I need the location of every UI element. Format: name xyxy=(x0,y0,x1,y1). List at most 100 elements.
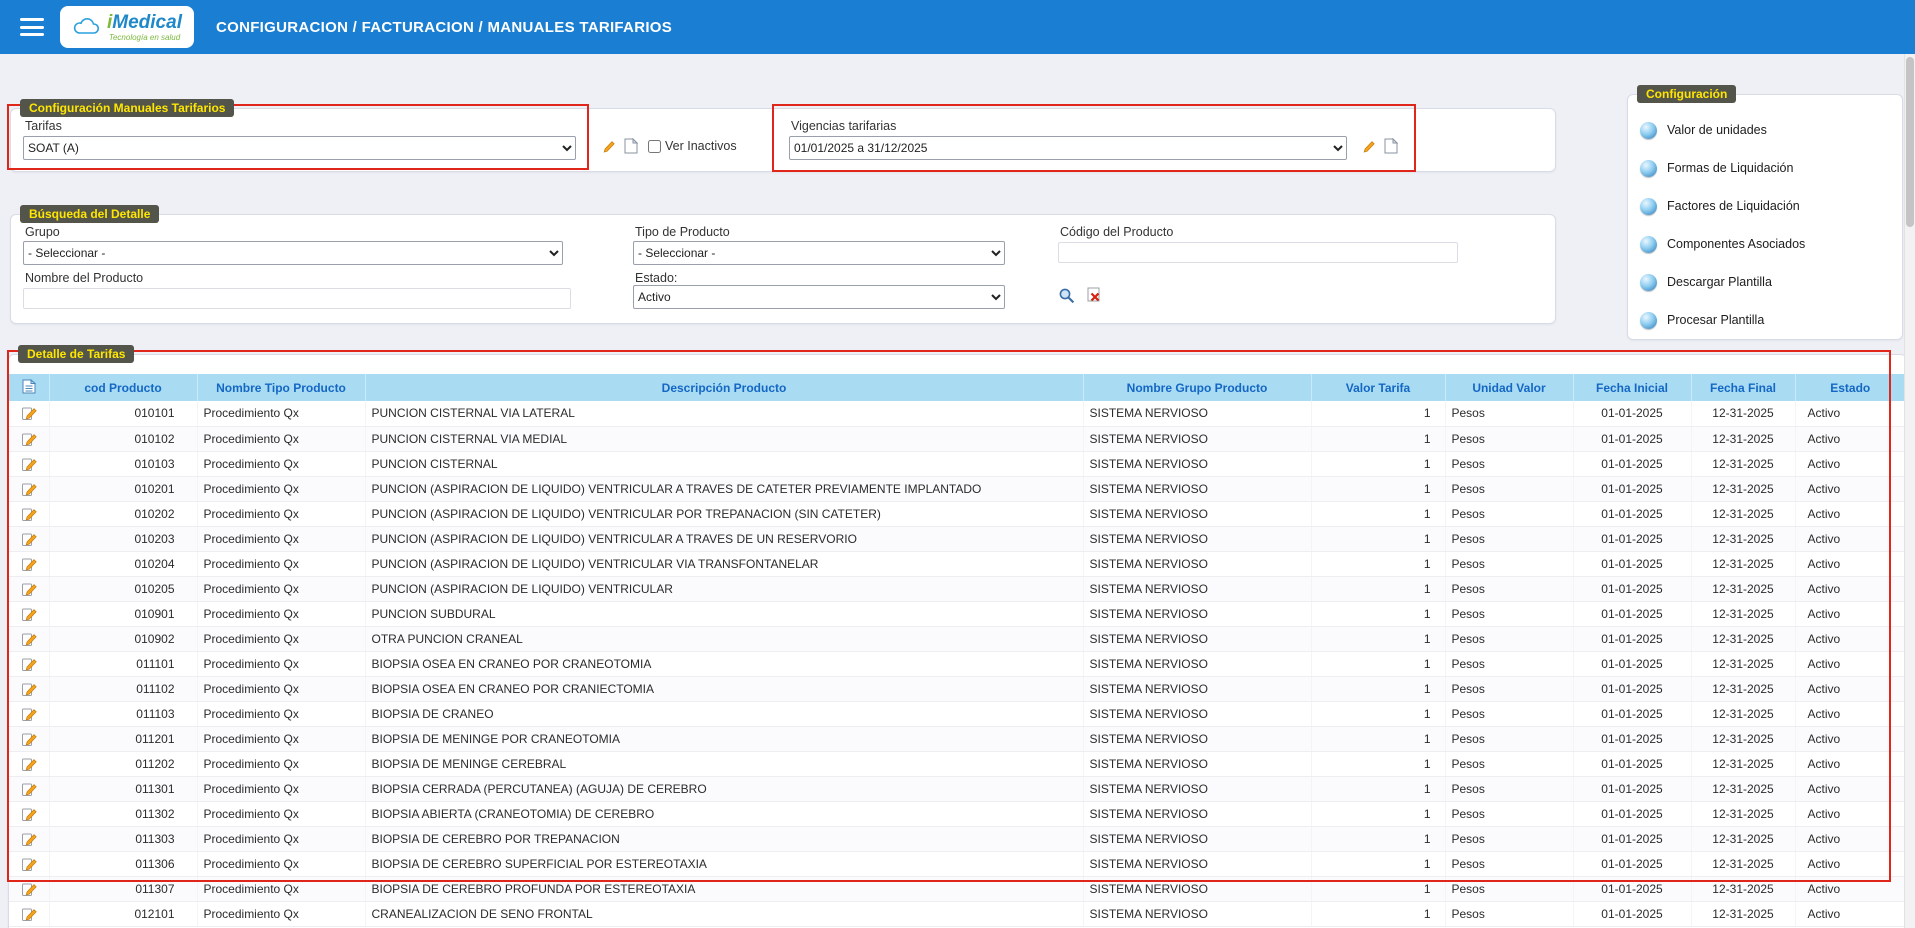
cell-tipo-producto: Procedimiento Qx xyxy=(197,651,365,676)
sidebar-item[interactable]: Descargar Plantilla xyxy=(1640,263,1890,301)
edit-row-icon[interactable] xyxy=(21,581,37,597)
edit-tarifa-icon[interactable] xyxy=(599,138,615,154)
cell-unidad-valor: Pesos xyxy=(1445,526,1573,551)
cell-cod-producto: 011103 xyxy=(49,701,197,726)
sidebar-item[interactable]: Factores de Liquidación xyxy=(1640,187,1890,225)
tipo-producto-select[interactable]: - Seleccionar - xyxy=(633,241,1005,265)
vigencias-select[interactable]: 01/01/2025 a 31/12/2025 xyxy=(789,136,1347,160)
app-logo[interactable]: iMedical Tecnología en salud xyxy=(60,6,194,48)
cell-estado: Activo xyxy=(1795,601,1906,626)
tarifas-select[interactable]: SOAT (A) xyxy=(23,136,576,160)
cell-descripcion: BIOPSIA DE MENINGE POR CRANEOTOMIA xyxy=(365,726,1083,751)
edit-row-icon[interactable] xyxy=(21,831,37,847)
cell-grupo: SISTEMA NERVIOSO xyxy=(1083,401,1311,426)
table-row[interactable]: 011301 Procedimiento Qx BIOPSIA CERRADA … xyxy=(9,776,1906,801)
cell-valor-tarifa: 1 xyxy=(1311,626,1445,651)
sidebar-title: Configuración xyxy=(1637,85,1736,103)
clear-search-icon[interactable] xyxy=(1087,287,1102,303)
new-vigencia-icon[interactable] xyxy=(1384,138,1398,154)
edit-row-icon[interactable] xyxy=(21,631,37,647)
edit-vigencia-icon[interactable] xyxy=(1359,138,1375,154)
edit-row-icon[interactable] xyxy=(21,881,37,897)
cloud-icon xyxy=(72,17,102,37)
sidebar-item[interactable]: Valor de unidades xyxy=(1640,111,1890,149)
edit-row-icon[interactable] xyxy=(21,681,37,697)
table-row[interactable]: 010901 Procedimiento Qx PUNCION SUBDURAL… xyxy=(9,601,1906,626)
table-row[interactable]: 011307 Procedimiento Qx BIOPSIA DE CEREB… xyxy=(9,876,1906,901)
codigo-producto-input[interactable] xyxy=(1058,242,1458,263)
table-row[interactable]: 010205 Procedimiento Qx PUNCION (ASPIRAC… xyxy=(9,576,1906,601)
edit-row-icon[interactable] xyxy=(21,906,37,922)
vertical-scrollbar[interactable] xyxy=(1904,54,1915,928)
table-row[interactable]: 010902 Procedimiento Qx OTRA PUNCION CRA… xyxy=(9,626,1906,651)
edit-row-icon[interactable] xyxy=(21,405,37,421)
codigo-producto-label: Código del Producto xyxy=(1060,225,1173,239)
nombre-producto-input[interactable] xyxy=(23,288,571,309)
table-row[interactable]: 010101 Procedimiento Qx PUNCION CISTERNA… xyxy=(9,401,1906,426)
table-row[interactable]: 010103 Procedimiento Qx PUNCION CISTERNA… xyxy=(9,451,1906,476)
table-row[interactable]: 012101 Procedimiento Qx CRANEALIZACION D… xyxy=(9,901,1906,926)
edit-row-icon[interactable] xyxy=(21,506,37,522)
cell-cod-producto: 011102 xyxy=(49,676,197,701)
cell-fecha-final: 12-31-2025 xyxy=(1691,676,1795,701)
cell-tipo-producto: Procedimiento Qx xyxy=(197,426,365,451)
table-row[interactable]: 010201 Procedimiento Qx PUNCION (ASPIRAC… xyxy=(9,476,1906,501)
cell-estado: Activo xyxy=(1795,501,1906,526)
cell-grupo: SISTEMA NERVIOSO xyxy=(1083,576,1311,601)
cell-fecha-inicial: 01-01-2025 xyxy=(1573,776,1691,801)
new-tarifa-icon[interactable] xyxy=(624,138,638,154)
table-row[interactable]: 011202 Procedimiento Qx BIOPSIA DE MENIN… xyxy=(9,751,1906,776)
config-panel: Configuración Manuales Tarifarios Tarifa… xyxy=(10,108,1556,172)
edit-row-icon[interactable] xyxy=(21,431,37,447)
table-row[interactable]: 010203 Procedimiento Qx PUNCION (ASPIRAC… xyxy=(9,526,1906,551)
cell-unidad-valor: Pesos xyxy=(1445,601,1573,626)
scrollbar-thumb[interactable] xyxy=(1906,57,1914,227)
sidebar-item[interactable]: Procesar Plantilla xyxy=(1640,301,1890,339)
sidebar-item[interactable]: Componentes Asociados xyxy=(1640,225,1890,263)
cell-valor-tarifa: 1 xyxy=(1311,576,1445,601)
cell-fecha-final: 12-31-2025 xyxy=(1691,801,1795,826)
edit-row-icon[interactable] xyxy=(21,856,37,872)
edit-row-icon[interactable] xyxy=(21,756,37,772)
table-row[interactable]: 011306 Procedimiento Qx BIOPSIA DE CEREB… xyxy=(9,851,1906,876)
edit-row-icon[interactable] xyxy=(21,481,37,497)
col-cod-producto: cod Producto xyxy=(49,374,197,401)
edit-row-icon[interactable] xyxy=(21,731,37,747)
menu-icon[interactable] xyxy=(20,18,44,36)
table-row[interactable]: 011302 Procedimiento Qx BIOPSIA ABIERTA … xyxy=(9,801,1906,826)
breadcrumb[interactable]: CONFIGURACION / FACTURACION / MANUALES T… xyxy=(216,19,672,36)
table-row[interactable]: 011103 Procedimiento Qx BIOPSIA DE CRANE… xyxy=(9,701,1906,726)
config-sidebar: Configuración Valor de unidades Formas d… xyxy=(1627,94,1903,340)
cell-tipo-producto: Procedimiento Qx xyxy=(197,751,365,776)
table-row[interactable]: 010204 Procedimiento Qx PUNCION (ASPIRAC… xyxy=(9,551,1906,576)
cell-estado: Activo xyxy=(1795,751,1906,776)
export-icon[interactable] xyxy=(22,379,36,394)
table-row[interactable]: 011102 Procedimiento Qx BIOPSIA OSEA EN … xyxy=(9,676,1906,701)
ver-inactivos-checkbox[interactable] xyxy=(648,140,661,153)
edit-row-icon[interactable] xyxy=(21,781,37,797)
cell-grupo: SISTEMA NERVIOSO xyxy=(1083,676,1311,701)
search-icon[interactable] xyxy=(1058,287,1075,304)
edit-row-icon[interactable] xyxy=(21,556,37,572)
cell-tipo-producto: Procedimiento Qx xyxy=(197,701,365,726)
cell-grupo: SISTEMA NERVIOSO xyxy=(1083,626,1311,651)
cell-descripcion: BIOPSIA DE CRANEO xyxy=(365,701,1083,726)
table-row[interactable]: 010202 Procedimiento Qx PUNCION (ASPIRAC… xyxy=(9,501,1906,526)
table-row[interactable]: 011303 Procedimiento Qx BIOPSIA DE CEREB… xyxy=(9,826,1906,851)
edit-row-icon[interactable] xyxy=(21,456,37,472)
edit-row-icon[interactable] xyxy=(21,656,37,672)
sidebar-item[interactable]: Formas de Liquidación xyxy=(1640,149,1890,187)
sidebar-item-label: Formas de Liquidación xyxy=(1667,161,1793,175)
edit-row-icon[interactable] xyxy=(21,531,37,547)
edit-row-icon[interactable] xyxy=(21,606,37,622)
table-row[interactable]: 011101 Procedimiento Qx BIOPSIA OSEA EN … xyxy=(9,651,1906,676)
edit-row-icon[interactable] xyxy=(21,806,37,822)
estado-select[interactable]: Activo xyxy=(633,285,1005,309)
cell-fecha-inicial: 01-01-2025 xyxy=(1573,401,1691,426)
tariff-table-body: 010101 Procedimiento Qx PUNCION CISTERNA… xyxy=(9,401,1906,926)
table-row[interactable]: 010102 Procedimiento Qx PUNCION CISTERNA… xyxy=(9,426,1906,451)
grupo-select[interactable]: - Seleccionar - xyxy=(23,241,563,265)
logo-tagline: Tecnología en salud xyxy=(109,33,180,42)
edit-row-icon[interactable] xyxy=(21,706,37,722)
table-row[interactable]: 011201 Procedimiento Qx BIOPSIA DE MENIN… xyxy=(9,726,1906,751)
